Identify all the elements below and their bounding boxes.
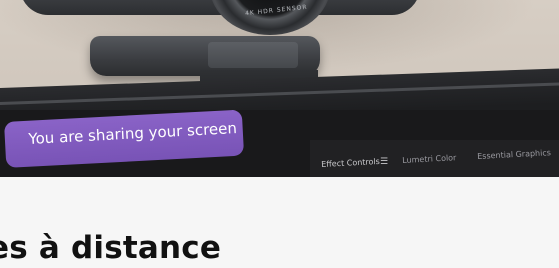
section-heading: es à distance	[0, 230, 222, 266]
hero-image: 4K HDR SENSOR You are sharing your scree…	[0, 0, 559, 177]
webcam-clip-hinge	[208, 42, 298, 68]
menu-icon: ☰	[380, 157, 389, 167]
